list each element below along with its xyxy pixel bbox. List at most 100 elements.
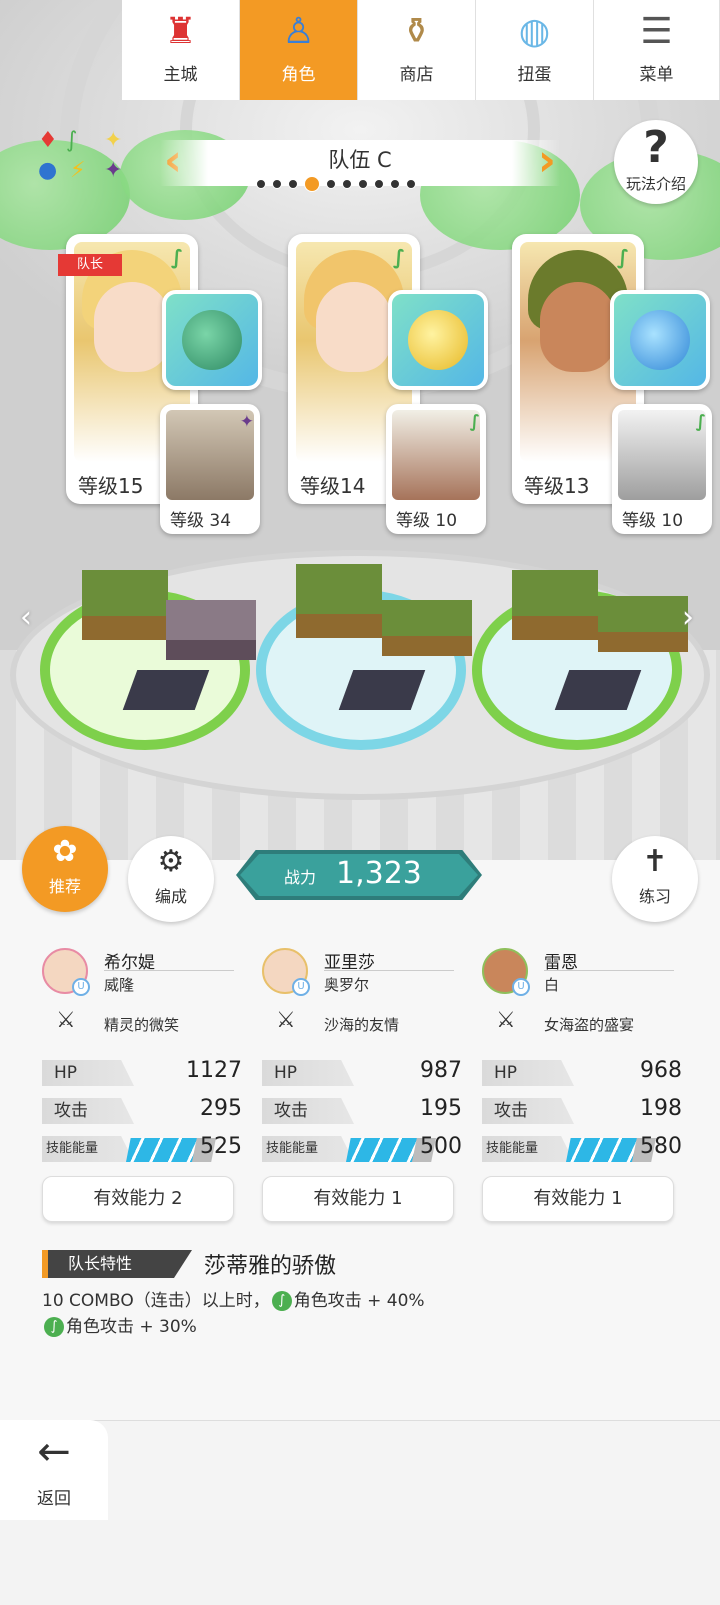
page-dot[interactable]: [342, 179, 352, 189]
pet-slot-2[interactable]: [338, 670, 426, 710]
energy-label: 技能能量: [42, 1136, 134, 1162]
arena-right-arrow[interactable]: ›: [682, 600, 694, 635]
hp-value: 987: [420, 1058, 462, 1083]
attack-stat: 攻击 198: [482, 1096, 682, 1128]
page-dot[interactable]: [374, 179, 384, 189]
recommend-label: 推荐: [48, 877, 81, 896]
support-name: 奥罗尔: [324, 976, 370, 994]
badge-icon: U: [292, 978, 310, 996]
wind-element-icon: ∫: [271, 1291, 292, 1311]
ability-button[interactable]: 有效能力 1: [482, 1176, 674, 1222]
badge-icon: U: [512, 978, 530, 996]
team-title: 队伍 C: [328, 148, 392, 172]
attack-value: 295: [200, 1096, 242, 1121]
hp-label: HP: [482, 1060, 574, 1086]
ability-button[interactable]: 有效能力 2: [42, 1176, 234, 1222]
system-gesture-area: [0, 1520, 720, 1605]
support-name: 威隆: [104, 976, 135, 994]
nav-label: 角色: [281, 65, 316, 85]
leader-tag: 队长: [58, 254, 122, 276]
equipment-orb-icon: [408, 310, 468, 370]
training-dummy-icon: ✝: [642, 844, 668, 879]
recommend-icon: ✿: [52, 834, 78, 869]
hero-face: [540, 282, 616, 372]
nav-label: 商店: [399, 65, 434, 85]
energy-label: 技能能量: [482, 1136, 574, 1162]
equipment-slot-3[interactable]: [610, 290, 710, 390]
hero-avatar[interactable]: U: [482, 948, 530, 996]
page-dot[interactable]: [288, 179, 298, 189]
sword-icon: ⚔: [56, 1008, 76, 1033]
attack-label: 攻击: [42, 1098, 134, 1124]
equipment-slot-1[interactable]: [162, 290, 262, 390]
nav-character[interactable]: ♙ 角色: [240, 0, 358, 100]
hero-level: 等级13: [524, 474, 590, 498]
formation-label: 编成: [154, 887, 187, 906]
equipment-orb-icon: [182, 310, 242, 370]
recommend-button[interactable]: ✿ 推荐: [22, 826, 108, 912]
ability-button[interactable]: 有效能力 1: [262, 1176, 454, 1222]
power-label: 战力: [284, 868, 317, 887]
equipment-slot-2[interactable]: [388, 290, 488, 390]
name-divider: [104, 970, 234, 971]
page-dot[interactable]: [390, 179, 400, 189]
arena-left-arrow[interactable]: ‹: [20, 600, 32, 635]
hp-value: 1127: [186, 1058, 242, 1083]
hero-avatar[interactable]: U: [262, 948, 310, 996]
support-card-1[interactable]: ✦ 等级 34: [160, 404, 260, 534]
team-page-dots: [256, 176, 456, 192]
page-dot[interactable]: [406, 179, 416, 189]
energy-bar: [566, 1138, 644, 1162]
energy-value: 580: [640, 1134, 682, 1159]
attack-label: 攻击: [482, 1098, 574, 1124]
energy-bar: [346, 1138, 424, 1162]
hero-face: [94, 282, 170, 372]
skill-name: 女海盗的盛宴: [544, 1016, 635, 1034]
nav-gacha[interactable]: ◍ 扭蛋: [476, 0, 594, 100]
page-dot[interactable]: [272, 179, 282, 189]
support-name: 白: [544, 976, 560, 994]
attack-stat: 攻击 195: [262, 1096, 462, 1128]
next-team-arrow[interactable]: ›: [534, 139, 560, 186]
team-power: 战力 1,323: [236, 850, 482, 900]
formation-button[interactable]: ⚙ 编成: [128, 836, 214, 922]
practice-button[interactable]: ✝ 练习: [612, 836, 698, 922]
help-label: 玩法介绍: [625, 175, 686, 193]
nav-menu[interactable]: ☰ 菜单: [594, 0, 720, 100]
help-button[interactable]: ? 玩法介绍: [614, 120, 698, 204]
hero-avatar[interactable]: U: [42, 948, 90, 996]
back-button[interactable]: ← 返回: [0, 1420, 108, 1520]
nav-shop[interactable]: ⚱ 商店: [358, 0, 476, 100]
skill-name: 沙海的友情: [324, 1016, 400, 1034]
support-card-3[interactable]: ∫ 等级 10: [612, 404, 712, 534]
support-block-2: [382, 600, 472, 656]
energy-value: 525: [200, 1134, 242, 1159]
page-dot-active[interactable]: [304, 176, 320, 192]
sword-icon: ⚔: [496, 1008, 516, 1033]
energy-stat: 技能能量 525: [42, 1134, 242, 1166]
support-card-2[interactable]: ∫ 等级 10: [386, 404, 486, 534]
support-portrait: [392, 410, 480, 500]
back-label: 返回: [37, 1489, 71, 1509]
pet-slot-1[interactable]: [122, 670, 210, 710]
character-icon: ♙: [282, 11, 315, 52]
page-dot[interactable]: [326, 179, 336, 189]
hp-stat: HP 1127: [42, 1058, 242, 1090]
nav-main-city[interactable]: ♜ 主城: [122, 0, 240, 100]
name-divider: [324, 970, 454, 971]
energy-value: 500: [420, 1134, 462, 1159]
pet-slot-3[interactable]: [554, 670, 642, 710]
hero-level: 等级14: [300, 474, 366, 498]
element-cycle-icon[interactable]: ♦ ∫ ✦ ● ⚡ ✦: [36, 128, 132, 188]
attack-stat: 攻击 295: [42, 1096, 242, 1128]
page-dot[interactable]: [358, 179, 368, 189]
skill-name: 精灵的微笑: [104, 1016, 180, 1034]
hero-block-3: [512, 570, 598, 640]
attack-value: 198: [640, 1096, 682, 1121]
hero-block-1: [82, 570, 168, 640]
shop-icon: ⚱: [401, 11, 432, 52]
name-divider: [544, 970, 674, 971]
page-dot[interactable]: [256, 179, 266, 189]
trait-line-2: 角色攻击 + 30%: [66, 1317, 197, 1337]
trait-line-1-bonus: 角色攻击 + 40%: [293, 1291, 425, 1311]
